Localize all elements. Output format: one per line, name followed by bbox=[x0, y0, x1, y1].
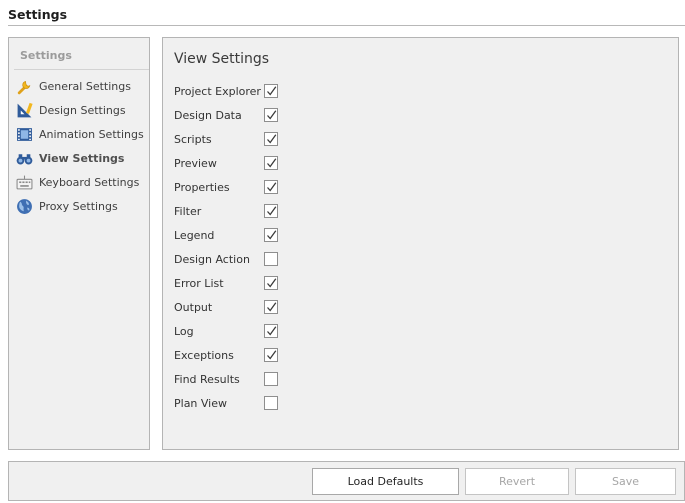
option-label: Filter bbox=[174, 204, 202, 218]
option-label: Legend bbox=[174, 228, 215, 242]
save-button[interactable]: Save bbox=[575, 468, 676, 495]
page-title: View Settings bbox=[174, 51, 270, 67]
view-settings-panel: View Settings Project Explorer Design Dat… bbox=[162, 37, 679, 450]
option-label: Properties bbox=[174, 180, 230, 194]
checkbox-design-action[interactable] bbox=[264, 252, 278, 266]
checkmark-icon bbox=[267, 182, 277, 192]
checkbox-find-results[interactable] bbox=[264, 372, 278, 386]
option-label: Design Action bbox=[174, 252, 250, 266]
sidebar-item-label: Design Settings bbox=[39, 103, 126, 117]
option-row-preview: Preview bbox=[174, 153, 374, 173]
option-row-error-list: Error List bbox=[174, 273, 374, 293]
sidebar-item-label: Animation Settings bbox=[39, 127, 144, 141]
action-bar: Load Defaults Revert Save bbox=[8, 461, 685, 501]
option-label: Preview bbox=[174, 156, 217, 170]
checkmark-icon bbox=[267, 134, 277, 144]
checkmark-icon bbox=[267, 278, 277, 288]
option-row-legend: Legend bbox=[174, 225, 374, 245]
checkbox-design-data[interactable] bbox=[264, 108, 278, 122]
window-title: Settings bbox=[8, 7, 68, 22]
checkmark-icon bbox=[267, 110, 277, 120]
globe-icon bbox=[15, 197, 33, 215]
option-label: Scripts bbox=[174, 132, 212, 146]
sidebar-item-proxy-settings[interactable]: Proxy Settings bbox=[15, 196, 149, 216]
checkmark-icon bbox=[267, 230, 277, 240]
option-row-filter: Filter bbox=[174, 201, 374, 221]
sidebar-item-general-settings[interactable]: General Settings bbox=[15, 76, 149, 96]
option-row-design-action: Design Action bbox=[174, 249, 374, 269]
keyboard-icon bbox=[15, 173, 33, 191]
sidebar-item-label: Keyboard Settings bbox=[39, 175, 140, 189]
checkbox-filter[interactable] bbox=[264, 204, 278, 218]
sidebar-item-keyboard-settings[interactable]: Keyboard Settings bbox=[15, 172, 149, 192]
wrench-icon bbox=[15, 77, 33, 95]
option-row-project-explorer: Project Explorer bbox=[174, 81, 374, 101]
checkmark-icon bbox=[267, 350, 277, 360]
checkbox-project-explorer[interactable] bbox=[264, 84, 278, 98]
option-label: Error List bbox=[174, 276, 224, 290]
option-label: Find Results bbox=[174, 372, 240, 386]
sidebar-item-label: Proxy Settings bbox=[39, 199, 118, 213]
option-row-exceptions: Exceptions bbox=[174, 345, 374, 365]
film-icon bbox=[15, 125, 33, 143]
checkmark-icon bbox=[267, 158, 277, 168]
checkmark-icon bbox=[267, 326, 277, 336]
option-label: Design Data bbox=[174, 108, 242, 122]
checkbox-exceptions[interactable] bbox=[264, 348, 278, 362]
nav-header-divider bbox=[14, 69, 149, 70]
checkbox-log[interactable] bbox=[264, 324, 278, 338]
checkbox-plan-view[interactable] bbox=[264, 396, 278, 410]
nav-header: Settings bbox=[20, 49, 72, 62]
sidebar-item-label: General Settings bbox=[39, 79, 131, 93]
checkbox-scripts[interactable] bbox=[264, 132, 278, 146]
checkmark-icon bbox=[267, 206, 277, 216]
option-row-plan-view: Plan View bbox=[174, 393, 374, 413]
option-label: Project Explorer bbox=[174, 84, 261, 98]
triangle-ruler-icon bbox=[15, 101, 33, 119]
checkbox-legend[interactable] bbox=[264, 228, 278, 242]
option-row-find-results: Find Results bbox=[174, 369, 374, 389]
sidebar-item-animation-settings[interactable]: Animation Settings bbox=[15, 124, 149, 144]
checkbox-properties[interactable] bbox=[264, 180, 278, 194]
sidebar-item-design-settings[interactable]: Design Settings bbox=[15, 100, 149, 120]
binoculars-icon bbox=[15, 149, 33, 167]
sidebar-item-view-settings[interactable]: View Settings bbox=[15, 148, 149, 168]
option-row-output: Output bbox=[174, 297, 374, 317]
checkbox-error-list[interactable] bbox=[264, 276, 278, 290]
option-label: Plan View bbox=[174, 396, 228, 410]
option-label: Log bbox=[174, 324, 194, 338]
load-defaults-button[interactable]: Load Defaults bbox=[312, 468, 459, 495]
option-row-scripts: Scripts bbox=[174, 129, 374, 149]
option-label: Output bbox=[174, 300, 213, 314]
title-divider bbox=[8, 25, 685, 26]
sidebar-item-label: View Settings bbox=[39, 151, 125, 165]
settings-nav-panel: Settings General Settings Design Setting… bbox=[8, 37, 150, 450]
checkbox-preview[interactable] bbox=[264, 156, 278, 170]
option-row-design-data: Design Data bbox=[174, 105, 374, 125]
checkmark-icon bbox=[267, 86, 277, 96]
option-row-properties: Properties bbox=[174, 177, 374, 197]
checkbox-output[interactable] bbox=[264, 300, 278, 314]
checkmark-icon bbox=[267, 302, 277, 312]
option-label: Exceptions bbox=[174, 348, 234, 362]
option-row-log: Log bbox=[174, 321, 374, 341]
revert-button[interactable]: Revert bbox=[465, 468, 569, 495]
